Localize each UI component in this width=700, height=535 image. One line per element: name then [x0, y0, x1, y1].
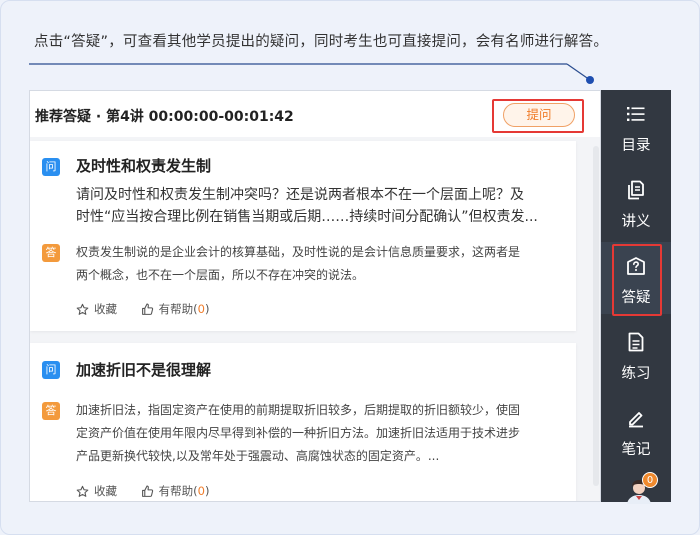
helpful-label: 有帮助: [158, 484, 194, 498]
question-badge: 问: [42, 361, 60, 379]
helpful-label: 有帮助: [158, 302, 194, 316]
qa-panel: 推荐答疑 · 第4讲 00:00:00-00:01:42 提问 问 及时性和权责…: [29, 90, 601, 502]
sidebar-item-handout[interactable]: 讲义: [601, 166, 671, 238]
question-body-line: 请问及时性和权责发生制冲突吗？还是说两者根本不在一个层面上呢？及: [76, 187, 524, 203]
exercise-icon: [628, 332, 644, 352]
question-body-line: 时性“应当按合理比例在销售当期或后期……持续时间分配确认”但权责发...: [76, 209, 538, 225]
instruction-caption: 点击“答疑”，可查看其他学员提出的疑问，同时考生也可直接提问，会有名师进行解答。: [34, 34, 609, 50]
helpful-count-close: ): [204, 484, 210, 498]
sidebar-item-notes[interactable]: 笔记: [601, 394, 671, 466]
sidebar-item-label: 笔记: [621, 442, 651, 458]
helpful-count-close: ): [204, 302, 210, 316]
question-title[interactable]: 及时性和权责发生制: [76, 155, 211, 176]
answer-body-line: 权责发生制说的是企业会计的核算基础，及时性说的是会计信息质量要求，这两者是: [76, 245, 521, 259]
answer-body-line: 产品更新换代较快,以及常年处于强震动、高腐蚀状态的固定资产。...: [76, 449, 440, 463]
answer-body: 加速折旧法，指固定资产在使用的前期提取折旧较多，后期提取的折旧额较少，使固 定资…: [76, 399, 560, 468]
panel-title: 推荐答疑 · 第4讲 00:00:00-00:01:42: [35, 109, 294, 125]
star-icon: [76, 303, 89, 315]
thumbs-up-icon: [141, 303, 153, 315]
answer-body-line: 两个概念，也不在一个层面，所以不存在冲突的说法。: [76, 268, 365, 282]
question-card[interactable]: 问 加速折旧不是很理解 答 加速折旧法，指固定资产在使用的前期提取折旧较多，后期…: [30, 343, 576, 501]
note-icon: [629, 412, 643, 428]
handout-icon: [628, 180, 644, 200]
question-title[interactable]: 加速折旧不是很理解: [76, 359, 211, 380]
card-actions: 收藏 有帮助(0): [76, 301, 229, 319]
thumbs-up-icon: [141, 485, 153, 497]
sidebar-item-catalog[interactable]: 目录: [601, 90, 671, 162]
favorite-button[interactable]: 收藏: [76, 483, 117, 499]
helpful-button[interactable]: 有帮助(0): [141, 301, 210, 317]
qa-tab-highlight: [612, 244, 662, 316]
panel-header: 推荐答疑 · 第4讲 00:00:00-00:01:42 提问: [30, 91, 600, 137]
answer-body: 权责发生制说的是企业会计的核算基础，及时性说的是会计信息质量要求，这两者是 两个…: [76, 241, 560, 287]
answer-body-line: 加速折旧法，指固定资产在使用的前期提取折旧较多，后期提取的折旧额较少，使固: [76, 403, 521, 417]
answer-badge: 答: [42, 244, 60, 262]
sidebar-item-label: 讲义: [621, 214, 651, 230]
star-icon: [76, 485, 89, 497]
list-icon: [627, 107, 645, 121]
question-body: 请问及时性和权责发生制冲突吗？还是说两者根本不在一个层面上呢？及 时性“应当按合…: [76, 184, 554, 228]
sidebar-item-exercise[interactable]: 练习: [601, 318, 671, 390]
card-actions: 收藏 有帮助(0): [76, 483, 229, 501]
answer-body-line: 定资产价值在使用年限内尽早得到补偿的一种折旧方法。加速折旧法适用于技术进步: [76, 426, 521, 440]
question-badge: 问: [42, 158, 60, 176]
favorite-button[interactable]: 收藏: [76, 301, 117, 317]
sidebar-item-label: 练习: [621, 366, 651, 382]
question-card[interactable]: 问 及时性和权责发生制 请问及时性和权责发生制冲突吗？还是说两者根本不在一个层面…: [30, 141, 576, 331]
favorite-label: 收藏: [94, 484, 117, 498]
answer-badge: 答: [42, 402, 60, 420]
helpful-count: 0: [197, 484, 205, 498]
helpful-count: 0: [197, 302, 205, 316]
helpful-button[interactable]: 有帮助(0): [141, 483, 210, 499]
sidebar-item-label: 目录: [621, 138, 651, 154]
panel-scrollbar[interactable]: [593, 146, 599, 486]
avatar-badge: 0: [642, 472, 658, 488]
ask-question-button[interactable]: 提问: [503, 103, 575, 127]
favorite-label: 收藏: [94, 302, 117, 316]
